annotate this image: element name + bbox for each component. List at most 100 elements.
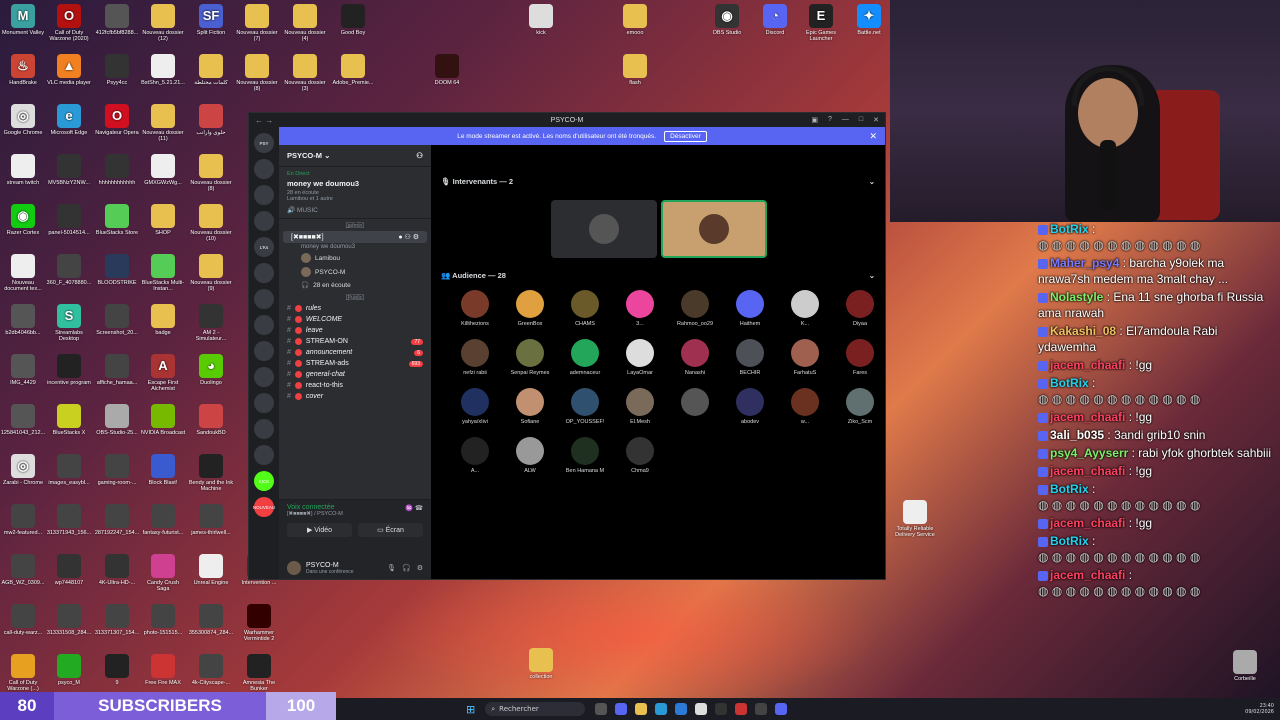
audience-member[interactable]: Sofiane bbox=[500, 388, 560, 425]
audience-member[interactable]: FarhatuS bbox=[775, 339, 835, 376]
speaker-card[interactable] bbox=[551, 200, 657, 258]
channel-item[interactable]: # WELCOME bbox=[279, 314, 431, 325]
desktop-icon[interactable]: ♨ HandBrake bbox=[0, 54, 46, 86]
server-icon[interactable]: L'Ks bbox=[254, 237, 274, 257]
channel-item[interactable]: # general-chat bbox=[279, 369, 431, 380]
chat-username[interactable]: Nolastyle bbox=[1050, 290, 1103, 304]
desktop-icon[interactable]: كلمات مختلطة bbox=[188, 54, 234, 86]
desktop-icon[interactable]: psyco_M bbox=[46, 654, 92, 686]
desktop-icon[interactable]: fantasy-futurist... bbox=[140, 504, 186, 536]
desktop-icon[interactable]: MV5BNzY2NW... bbox=[46, 154, 92, 186]
desktop-icon[interactable]: b2db4046bb... bbox=[0, 304, 46, 336]
server-icon[interactable]: NOUVEAU bbox=[253, 497, 275, 517]
desktop-icon[interactable]: emooo bbox=[612, 4, 658, 36]
server-icon[interactable] bbox=[254, 393, 274, 413]
audience-member[interactable] bbox=[665, 388, 725, 419]
desktop-icon[interactable]: 355300874_284... bbox=[188, 604, 234, 636]
audience-member[interactable]: Rahmoo_oo29 bbox=[665, 290, 725, 327]
desktop-icon[interactable]: NVIDIA Broadcast bbox=[140, 404, 186, 436]
desktop-icon[interactable]: S Streamlabs Desktop bbox=[46, 304, 92, 342]
chat-username[interactable]: BotRix bbox=[1050, 482, 1089, 496]
server-icon[interactable] bbox=[254, 445, 274, 465]
desktop-icon[interactable]: Call of Duty Warzone (...) bbox=[0, 654, 46, 692]
audience-header[interactable]: 👥 Audience — 28 ⌄ bbox=[441, 271, 875, 280]
audience-member[interactable]: A... bbox=[445, 437, 505, 474]
inbox-icon[interactable]: ▣ bbox=[811, 116, 818, 124]
desktop-icon[interactable]: e Microsoft Edge bbox=[46, 104, 92, 136]
audience-member[interactable]: Ben Hamana M bbox=[555, 437, 615, 474]
back-arrow-icon[interactable]: ← → bbox=[255, 116, 273, 125]
task-view-icon[interactable] bbox=[595, 703, 608, 715]
desktop-icon[interactable]: A Escape First Alchemist bbox=[140, 354, 186, 392]
voice-user[interactable]: Lamibou bbox=[279, 251, 431, 265]
desktop-icon[interactable]: images_easybl... bbox=[46, 454, 92, 486]
desktop-icon[interactable]: collection bbox=[518, 648, 564, 680]
chat-username[interactable]: jacem_chaafi bbox=[1050, 568, 1125, 582]
desktop-icon[interactable]: SandoukBD bbox=[188, 404, 234, 436]
chat-username[interactable]: Kakashi_08 bbox=[1050, 324, 1116, 338]
desktop-icon[interactable]: AGB_WZ_0309... bbox=[0, 554, 46, 586]
audience-member[interactable]: K... bbox=[775, 290, 835, 327]
music-channel[interactable]: 🔊 MUSIC bbox=[287, 206, 423, 214]
screen-share-button[interactable]: ▭ Écran bbox=[358, 523, 423, 537]
discord-taskbar-icon[interactable] bbox=[775, 703, 788, 715]
desktop-icon[interactable]: Adobe_Premie... bbox=[330, 54, 376, 86]
server-header[interactable]: PSYCO-M ⌄ ⚇ bbox=[279, 145, 431, 167]
desktop-icon[interactable]: 313371307_154... bbox=[94, 604, 140, 636]
category-public[interactable]: [̲̅P̲̅u̲̅b̲̅l̲̅i̲̅c̲̅] bbox=[279, 291, 431, 303]
audience-member[interactable]: Chma9 bbox=[610, 437, 670, 474]
desktop-icon[interactable]: hhhhhhhhhhhh bbox=[94, 154, 140, 186]
server-icon[interactable] bbox=[254, 185, 274, 205]
desktop-icon[interactable]: 313331508_284... bbox=[46, 604, 92, 636]
desktop-icon[interactable]: BlueStacks Store bbox=[94, 204, 140, 236]
desktop-icon[interactable]: Nouveau dossier (12) bbox=[140, 4, 186, 42]
desktop-icon[interactable]: Nouveau dossier (7) bbox=[234, 4, 280, 42]
desktop-icon[interactable]: 4K-Ultra-HD-... bbox=[94, 554, 140, 586]
audience-member[interactable]: El.Mesh bbox=[610, 388, 670, 425]
desktop-icon[interactable]: Warhammer Vermintide 2 bbox=[236, 604, 282, 642]
help-icon[interactable]: ? bbox=[828, 116, 832, 124]
channel-item[interactable]: # react-to-this bbox=[279, 380, 431, 391]
desktop-icon[interactable]: Bendy and the Ink Machine bbox=[188, 454, 234, 492]
desktop-icon[interactable]: Free Fire MAX bbox=[140, 654, 186, 686]
desktop-icon[interactable]: james-thirlwell... bbox=[188, 504, 234, 536]
chat-username[interactable]: jacem_chaafi bbox=[1050, 410, 1125, 424]
desktop-icon[interactable]: O Navigateur Opera bbox=[94, 104, 140, 136]
edge-icon[interactable] bbox=[655, 703, 668, 715]
chat-username[interactable]: psy4_Ayyserr bbox=[1050, 446, 1128, 460]
desktop-icon[interactable]: 360_F_4078880... bbox=[46, 254, 92, 286]
desktop-icon[interactable]: Totally Reliable Delivery Service bbox=[892, 500, 938, 538]
audience-member[interactable]: Ziko_Scm bbox=[830, 388, 885, 425]
desktop-icon[interactable]: Unreal Engine bbox=[188, 554, 234, 586]
desktop-icon[interactable]: ◕ Duolingo bbox=[188, 354, 234, 386]
audience-member[interactable]: Nanashi bbox=[665, 339, 725, 376]
desktop-icon[interactable]: Amnesia The Bunker bbox=[236, 654, 282, 692]
channel-item[interactable]: # announcement 6 bbox=[279, 347, 431, 358]
desktop-icon[interactable]: 9 bbox=[94, 654, 140, 686]
noise-icon[interactable]: ♒ bbox=[405, 505, 413, 512]
channel-item[interactable]: # rules bbox=[279, 303, 431, 314]
desktop-icon[interactable]: ◔ Discord bbox=[752, 4, 798, 36]
desktop-icon[interactable]: E Epic Games Launcher bbox=[798, 4, 844, 42]
desktop-icon[interactable]: SHOP bbox=[140, 204, 186, 236]
minimize-button[interactable]: — bbox=[842, 116, 849, 124]
desktop-icon[interactable]: حلوى وأرانب bbox=[188, 104, 234, 136]
desktop-icon[interactable]: kick bbox=[518, 4, 564, 36]
chat-username[interactable]: Maher_psy4 bbox=[1050, 256, 1119, 270]
chevron-down-icon[interactable]: ⌄ bbox=[869, 271, 875, 280]
channel-item[interactable]: # cover bbox=[279, 391, 431, 402]
desktop-icon[interactable]: panel-5014514... bbox=[46, 204, 92, 236]
audience-member[interactable]: Senpai Reymes bbox=[500, 339, 560, 376]
microphone-icon[interactable]: 🎙 bbox=[387, 564, 396, 572]
desktop-icon[interactable]: BlueStacks X bbox=[46, 404, 92, 436]
obs-icon[interactable] bbox=[715, 703, 728, 715]
audience-member[interactable]: Fares bbox=[830, 339, 885, 376]
audience-member[interactable]: Killthezions bbox=[445, 290, 505, 327]
desktop-icon[interactable]: OBS-Studio-25... bbox=[94, 404, 140, 436]
desktop-icon[interactable]: Screenshot_20... bbox=[94, 304, 140, 336]
desktop-icon[interactable]: Good Boy bbox=[330, 4, 376, 36]
desktop-icon[interactable]: affiche_hamaa... bbox=[94, 354, 140, 386]
chat-username[interactable]: BotRix bbox=[1050, 222, 1089, 236]
close-window-button[interactable]: ✕ bbox=[873, 116, 879, 124]
desktop-icon[interactable]: 125841043_212... bbox=[0, 404, 46, 436]
